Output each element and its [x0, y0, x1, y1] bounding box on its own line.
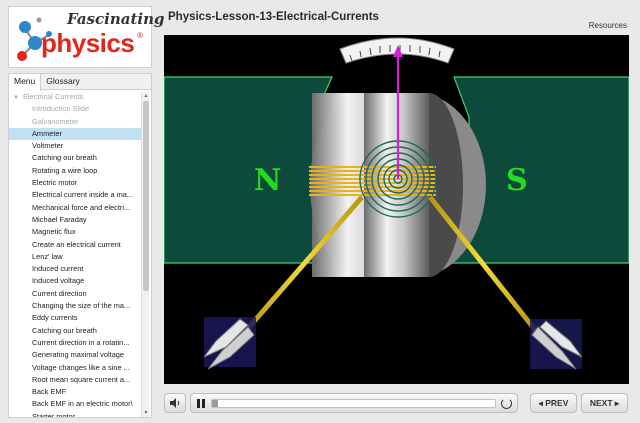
menu-item[interactable]: Induced voltage [9, 275, 141, 287]
sidebar-tabs: Menu Glossary [9, 74, 151, 91]
menu-item[interactable]: Root mean square current a... [9, 374, 141, 386]
menu-item[interactable]: Starter motor [9, 411, 141, 417]
resources-link[interactable]: Resources [589, 21, 627, 30]
menu-item[interactable]: Create an electrical current [9, 239, 141, 251]
menu-section-label: Electrical Currents [22, 92, 84, 101]
animation-stage: N S [164, 35, 629, 384]
lesson-title: Physics-Lesson-13-Electrical-Currents [168, 11, 379, 23]
right-alligator-clip [530, 319, 583, 370]
logo-registered-mark: ® [137, 31, 143, 40]
collapse-triangle-icon[interactable]: ▼ [13, 92, 19, 103]
scroll-up-arrow-icon[interactable]: ▲ [142, 92, 150, 100]
menu-item[interactable]: Rotating a wire loop [9, 165, 141, 177]
menu-item[interactable]: Catching our breath [9, 152, 141, 164]
logo-fascinating-text: Fascinating [67, 10, 165, 28]
playback-bar [190, 393, 518, 413]
menu-item[interactable]: Introduction Slide [9, 103, 141, 115]
menu-item[interactable]: Induced current [9, 263, 141, 275]
pause-icon[interactable] [197, 399, 205, 408]
menu-item[interactable]: Changing the size of the ma... [9, 300, 141, 312]
menu-item[interactable]: Lenz' law [9, 251, 141, 263]
tab-glossary[interactable]: Glossary [41, 74, 85, 89]
progress-track[interactable] [211, 399, 496, 408]
menu-item[interactable]: Current direction [9, 288, 141, 300]
scroll-down-arrow-icon[interactable]: ▼ [142, 409, 150, 417]
logo-physics-text: physics [41, 28, 135, 58]
volume-button[interactable] [164, 393, 186, 413]
replay-icon[interactable] [501, 398, 512, 409]
menu-list: ▼ Electrical Currents Introduction Slide G… [9, 91, 141, 417]
menu-item[interactable]: Back EMF [9, 386, 141, 398]
menu-item[interactable]: Voltmeter [9, 140, 141, 152]
menu-scrollbar[interactable]: ▲ ▼ [141, 92, 149, 417]
next-button[interactable]: NEXT ▸ [581, 393, 628, 413]
speaker-icon[interactable] [169, 397, 181, 409]
player-controls: ◂ PREV NEXT ▸ [162, 388, 630, 418]
progress-fill [212, 400, 218, 407]
prev-button[interactable]: ◂ PREV [530, 393, 577, 413]
left-alligator-clip [203, 317, 256, 370]
menu-item[interactable]: Michael Faraday [9, 214, 141, 226]
menu-item[interactable]: Electric motor [9, 177, 141, 189]
menu-item[interactable]: Generating maximal voltage [9, 349, 141, 361]
pole-label-north: N [254, 163, 281, 198]
menu-item[interactable]: Electrical current inside a ma... [9, 189, 141, 201]
menu-item[interactable]: Mechanical force and electri... [9, 202, 141, 214]
sidebar: Menu Glossary ▼ Electrical Currents Intro… [8, 73, 152, 418]
tab-menu[interactable]: Menu [9, 74, 42, 91]
menu-item[interactable]: Magnetic flux [9, 226, 141, 238]
scrollbar-thumb[interactable] [143, 101, 149, 291]
menu-section-electrical-currents[interactable]: ▼ Electrical Currents [9, 91, 141, 103]
menu-item[interactable]: Catching our breath [9, 325, 141, 337]
pole-label-south: S [506, 163, 528, 198]
galvanometer-illustration: N S [164, 37, 629, 370]
menu-item[interactable]: Galvanometer [9, 116, 141, 128]
menu-item[interactable]: Voltage changes like a sine ... [9, 362, 141, 374]
menu-item[interactable]: Back EMF in an electric motor\ [9, 398, 141, 410]
menu-item[interactable]: Eddy currents [9, 312, 141, 324]
menu-item[interactable]: Ammeter [9, 127, 141, 141]
menu-item[interactable]: Current direction in a rotatin... [9, 337, 141, 349]
fascinating-physics-logo: Fascinating physics ® [8, 6, 164, 68]
